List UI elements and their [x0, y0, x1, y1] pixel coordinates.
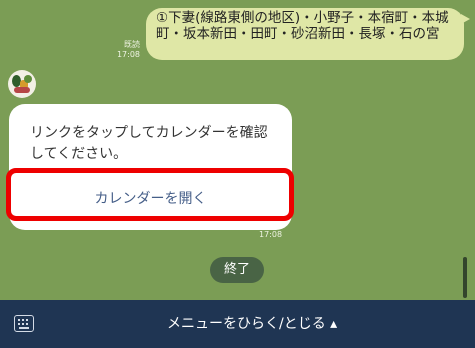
- outgoing-message-bubble: ①下妻(線路東側の地区)・小野子・本宿町・本城町・坂本新田・田町・砂沼新田・長塚…: [146, 8, 470, 60]
- chat-scrollbar[interactable]: [463, 257, 467, 298]
- incoming-message-text: リンクをタップしてカレンダーを確認してください。: [30, 125, 268, 162]
- bot-avatar[interactable]: [8, 70, 36, 98]
- menu-toggle-label[interactable]: メニューをひらく/とじる ▴: [167, 314, 347, 334]
- open-calendar-button[interactable]: カレンダーを開く: [9, 172, 292, 230]
- rich-menu-bar[interactable]: メニューをひらく/とじる ▴: [0, 300, 475, 348]
- outgoing-meta: 既読 17:08: [112, 40, 140, 60]
- outgoing-message-text: ①下妻(線路東側の地区)・小野子・本宿町・本城町・坂本新田・田町・砂沼新田・長塚…: [156, 10, 449, 42]
- outgoing-time: 17:08: [116, 50, 140, 59]
- incoming-message-card: リンクをタップしてカレンダーを確認してください。 カレンダーを開く: [9, 104, 292, 230]
- open-calendar-label: カレンダーを開く: [94, 191, 207, 207]
- quick-reply-end[interactable]: 終了: [210, 257, 264, 283]
- read-status: 既読: [124, 40, 140, 49]
- chat-area: 既読 17:08 ①下妻(線路東側の地区)・小野子・本宿町・本城町・坂本新田・田…: [0, 0, 475, 300]
- keyboard-icon[interactable]: [14, 315, 34, 332]
- incoming-time: 17:08: [259, 230, 283, 239]
